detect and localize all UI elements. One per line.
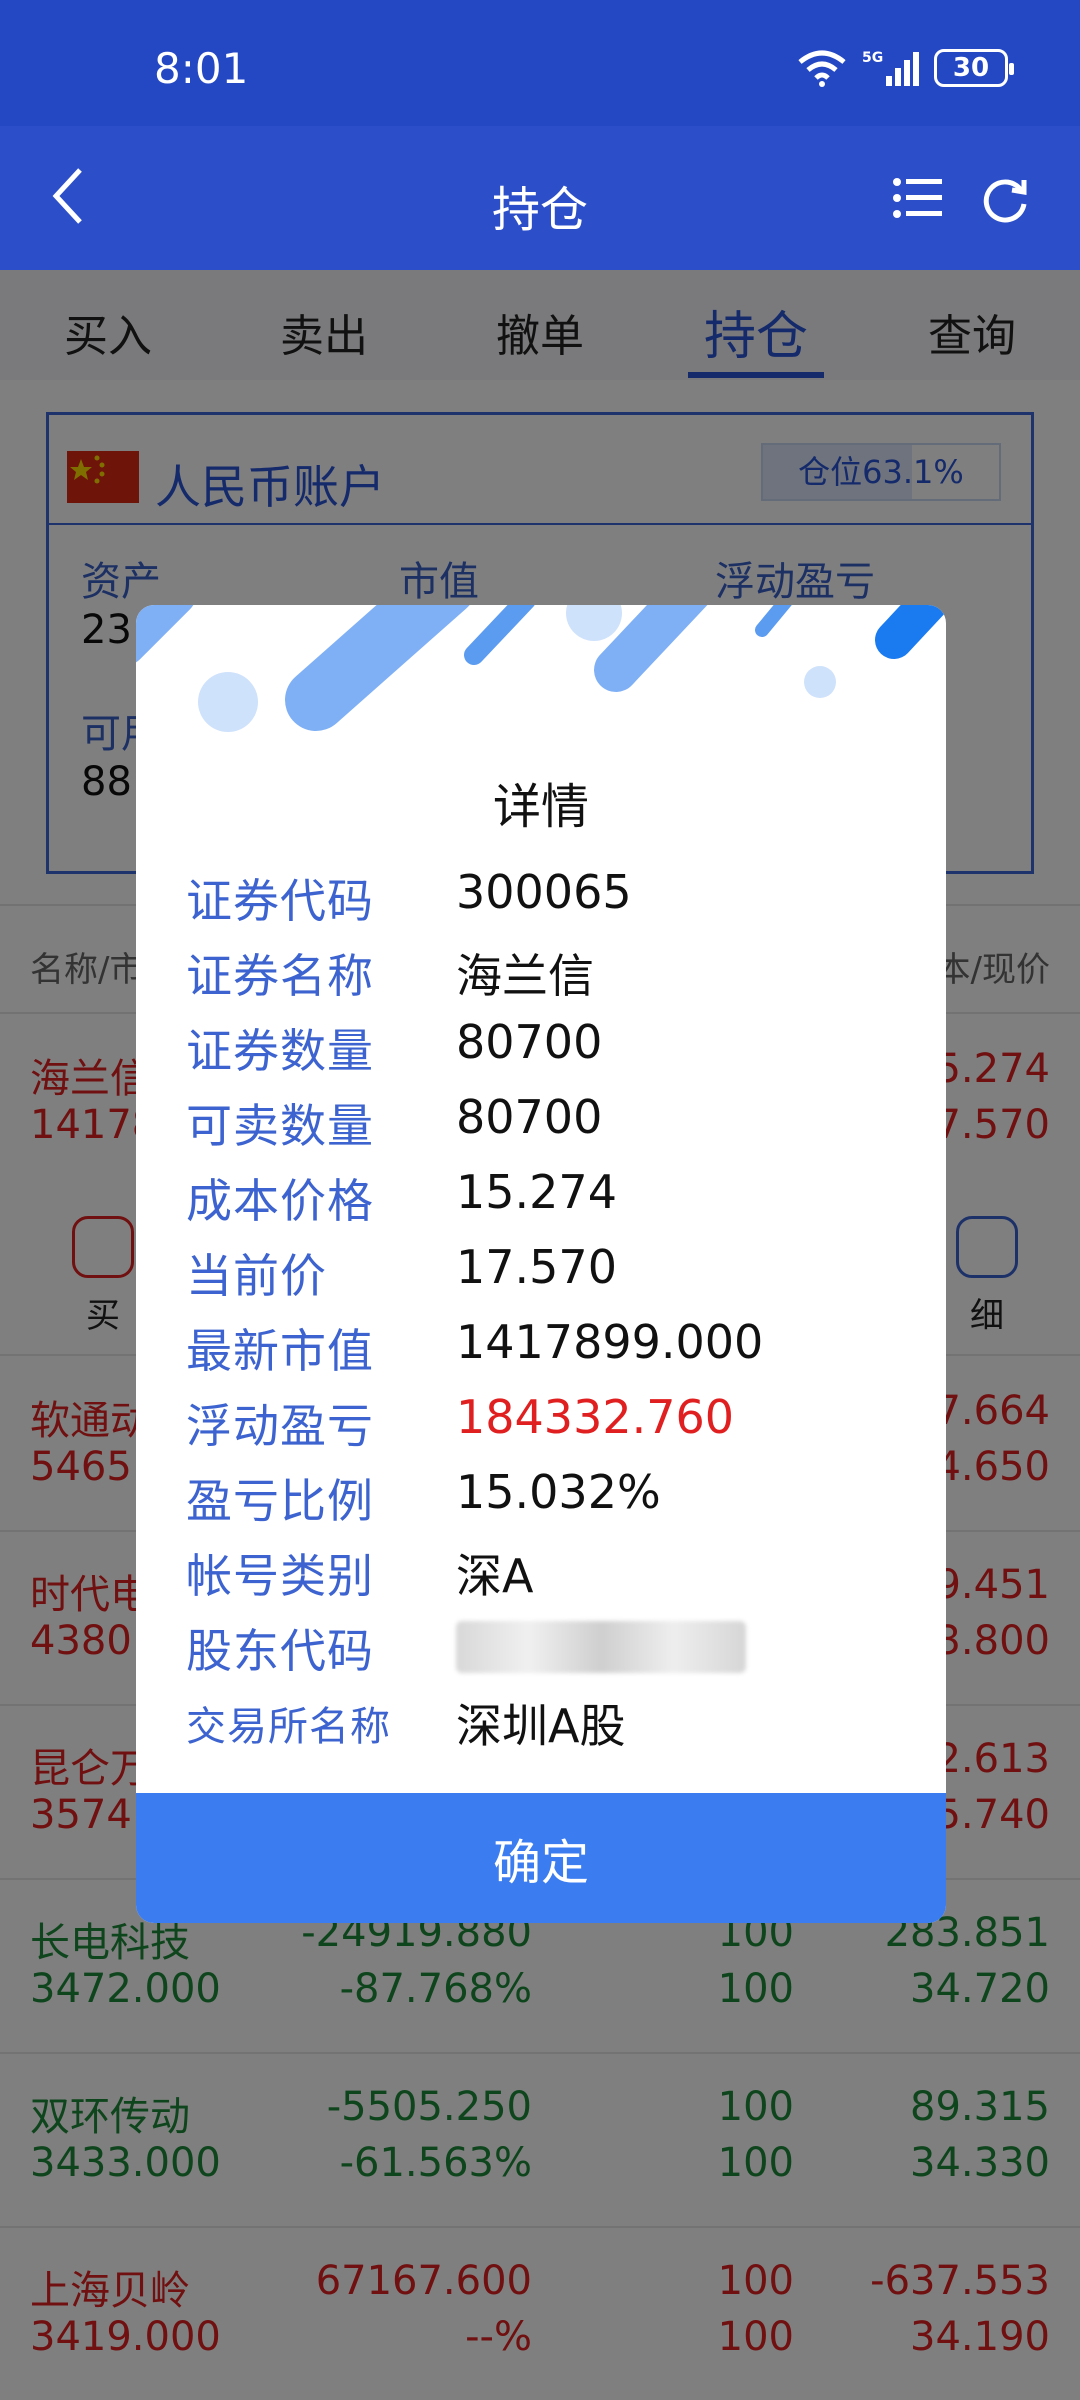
wifi-icon	[798, 50, 846, 87]
detail-row-cost: 成本价格 15.274	[186, 1165, 906, 1240]
confirm-button[interactable]: 确定	[136, 1793, 946, 1923]
status-time: 8:01	[154, 44, 249, 93]
status-bar: 8:01 5G 30	[0, 0, 1080, 126]
detail-value: 300065	[456, 865, 632, 919]
detail-dialog: 详情 证券代码 300065 证券名称 海兰信 证券数量 80700 可卖数量 …	[136, 605, 946, 1923]
detail-row-exchange: 交易所名称 深圳A股	[186, 1690, 906, 1765]
detail-row-float-pl: 浮动盈亏 184332.760	[186, 1390, 906, 1465]
detail-value: 海兰信	[456, 949, 594, 1003]
detail-row-price: 当前价 17.570	[186, 1240, 906, 1315]
detail-key: 盈亏比例	[186, 1474, 374, 1528]
detail-row-sellable: 可卖数量 80700	[186, 1090, 906, 1165]
detail-key: 证券名称	[186, 949, 374, 1003]
detail-value: 深圳A股	[456, 1699, 626, 1753]
detail-key: 成本价格	[186, 1174, 374, 1228]
detail-value: 深A	[456, 1549, 534, 1603]
detail-value: 17.570	[456, 1240, 617, 1294]
dialog-title: 详情	[492, 779, 589, 835]
detail-value: 15.274	[456, 1165, 617, 1219]
detail-row-market-value: 最新市值 1417899.000	[186, 1315, 906, 1390]
detail-row-shareholder-code: 股东代码	[186, 1615, 906, 1690]
detail-key: 最新市值	[186, 1324, 374, 1378]
detail-row-account-type: 帐号类别 深A	[186, 1540, 906, 1615]
detail-key: 股东代码	[186, 1624, 374, 1678]
detail-value: 184332.760	[456, 1390, 735, 1444]
detail-row-quantity: 证券数量 80700	[186, 1015, 906, 1090]
svg-text:5G: 5G	[862, 50, 883, 66]
detail-value: 80700	[456, 1090, 603, 1144]
detail-key: 浮动盈亏	[186, 1399, 374, 1453]
dialog-decoration	[136, 605, 946, 732]
detail-row-pl-ratio: 盈亏比例 15.032%	[186, 1465, 906, 1540]
detail-row-code: 证券代码 300065	[186, 865, 906, 940]
detail-key: 可卖数量	[186, 1099, 374, 1153]
refresh-icon[interactable]	[980, 174, 1030, 224]
detail-key: 帐号类别	[186, 1549, 374, 1603]
signal-5g-icon: 5G	[862, 50, 919, 86]
list-menu-icon[interactable]	[892, 174, 944, 222]
redacted-value	[456, 1621, 746, 1673]
detail-row-name: 证券名称 海兰信	[186, 940, 906, 1015]
detail-value: 80700	[456, 1015, 603, 1069]
detail-key: 当前价	[186, 1249, 327, 1303]
detail-key: 证券代码	[186, 874, 374, 928]
detail-value: 1417899.000	[456, 1315, 764, 1369]
detail-key: 交易所名称	[186, 1704, 391, 1750]
status-icons: 5G 30	[796, 48, 1014, 88]
detail-key: 证券数量	[186, 1024, 374, 1078]
battery-icon: 30	[934, 49, 1014, 87]
detail-value: 15.032%	[456, 1465, 661, 1519]
nav-bar: 持仓	[0, 126, 1080, 270]
